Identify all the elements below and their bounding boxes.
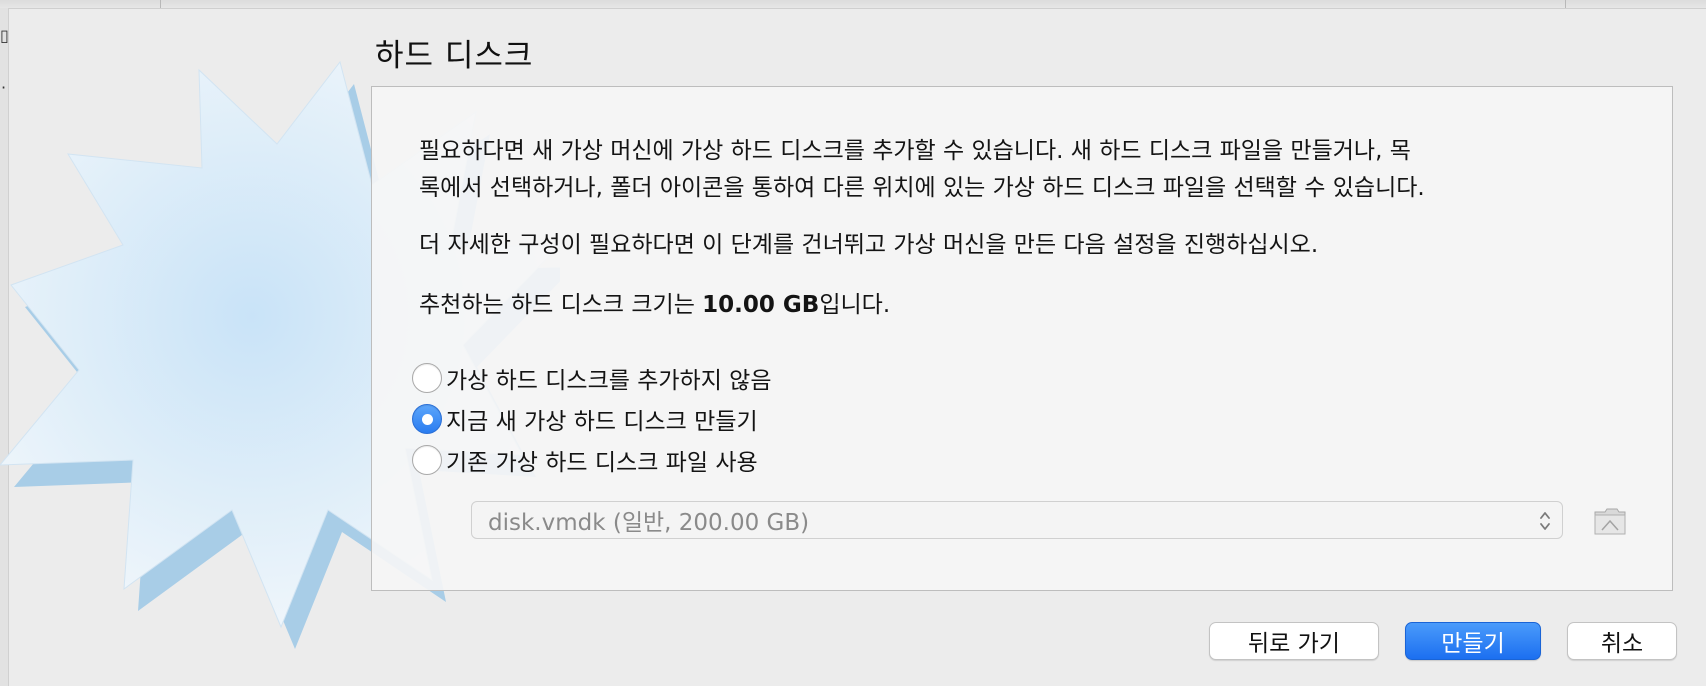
radio-button[interactable] (412, 363, 442, 393)
create-button[interactable]: 만들기 (1405, 622, 1541, 660)
option-label: 가상 하드 디스크를 추가하지 않음 (446, 368, 772, 394)
cancel-button[interactable]: 취소 (1567, 622, 1677, 660)
option-no-disk[interactable]: 가상 하드 디스크를 추가하지 않음 (412, 361, 771, 395)
recommend-suffix: 입니다. (819, 292, 891, 318)
description-line-1: 필요하다면 새 가상 머신에 가상 하드 디스크를 추가할 수 있습니다. 새 … (419, 138, 1411, 164)
disk-file-select[interactable]: disk.vmdk (일반, 200.00 GB) (471, 501, 1563, 539)
radio-button-selected[interactable] (412, 404, 442, 434)
page-title: 하드 디스크 (375, 38, 534, 74)
recommended-size-text: 추천하는 하드 디스크 크기는 10.00 GB입니다. (419, 287, 890, 324)
option-label: 지금 새 가상 하드 디스크 만들기 (446, 409, 758, 435)
option-existing-disk[interactable]: 기존 가상 하드 디스크 파일 사용 (412, 443, 758, 477)
chevron-up-down-icon (1540, 512, 1550, 530)
disk-file-select-value: disk.vmdk (일반, 200.00 GB) (488, 510, 810, 536)
config-hint-text: 더 자세한 구성이 필요하다면 이 단계를 건너뛰고 가상 머신을 만든 다음 … (419, 232, 1319, 258)
folder-icon[interactable] (1593, 504, 1627, 538)
back-button[interactable]: 뒤로 가기 (1209, 622, 1379, 660)
option-create-disk[interactable]: 지금 새 가상 하드 디스크 만들기 (412, 402, 758, 436)
radio-button[interactable] (412, 445, 442, 475)
description-line-2: 록에서 선택하거나, 폴더 아이콘을 통하여 다른 위치에 있는 가상 하드 디… (419, 175, 1425, 201)
option-label: 기존 가상 하드 디스크 파일 사용 (446, 450, 758, 476)
recommend-prefix: 추천하는 하드 디스크 크기는 (419, 292, 703, 318)
recommended-size-value: 10.00 GB (702, 292, 820, 318)
description-text: 필요하다면 새 가상 머신에 가상 하드 디스크를 추가할 수 있습니다. 새 … (419, 133, 1425, 207)
hard-disk-group: 필요하다면 새 가상 머신에 가상 하드 디스크를 추가할 수 있습니다. 새 … (371, 86, 1673, 591)
